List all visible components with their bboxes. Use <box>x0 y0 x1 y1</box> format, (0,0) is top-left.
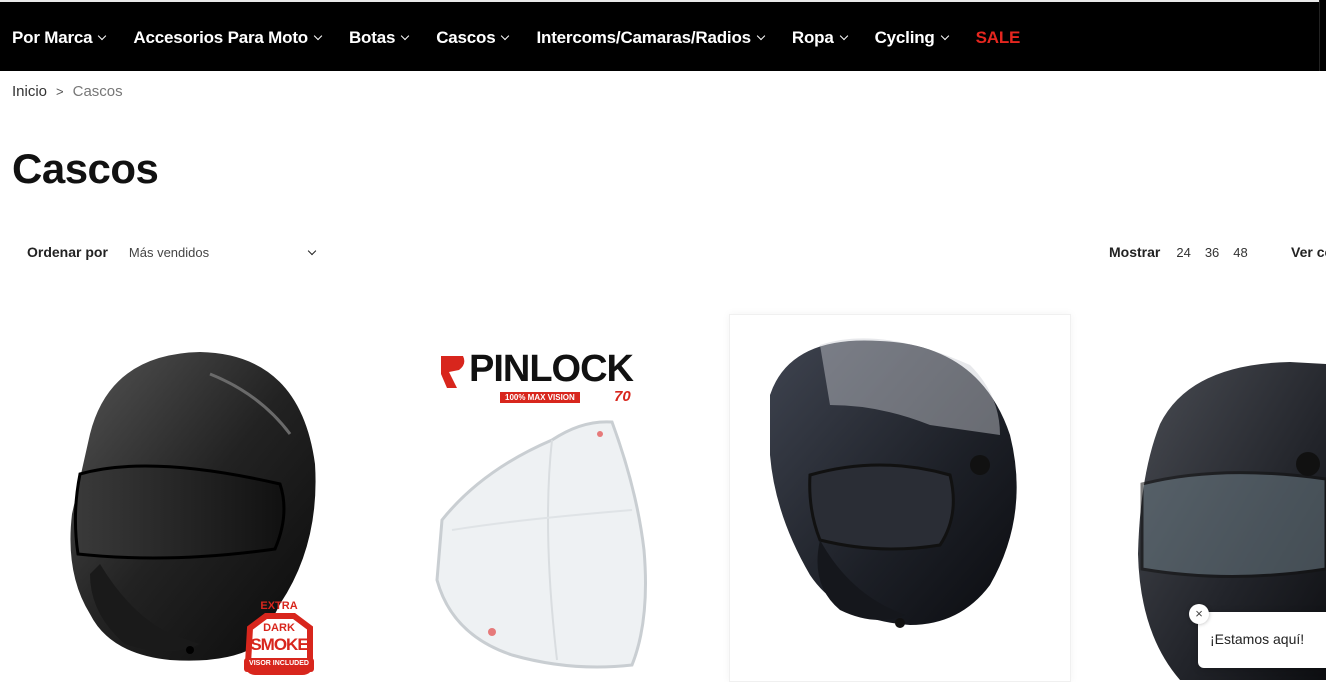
chevron-down-icon <box>756 31 766 41</box>
sort-selected-value: Más vendidos <box>128 244 210 260</box>
pinlock-logo: PINLOCK <box>437 348 634 391</box>
badge-bottom-text: VISOR INCLUDED <box>249 660 309 667</box>
page-title: Cascos <box>12 145 159 192</box>
product-card[interactable]: PINLOCK 100% MAX VISION 70 <box>392 314 692 680</box>
nav-item-label: Cycling <box>874 28 935 47</box>
sort-label: Ordenar por <box>27 244 108 260</box>
dark-smoke-badge: EXTRA DARK SMOKE VISOR INCLUDED <box>238 598 320 680</box>
chat-text: ¡Estamos aquí! <box>1210 631 1305 647</box>
per-page-option-24[interactable]: 24 <box>1176 245 1190 260</box>
product-image-visor[interactable] <box>392 410 692 680</box>
nav-item-label: Intercoms/Camaras/Radios <box>536 28 751 47</box>
pinlock-number: 70 <box>614 388 631 405</box>
chevron-down-icon <box>307 246 317 255</box>
per-page-bar: Mostrar 24 36 48 <box>1109 244 1262 260</box>
chevron-down-icon <box>940 31 949 41</box>
badge-line2-text: SMOKE <box>250 635 308 654</box>
chevron-down-icon <box>313 31 323 41</box>
nav-item-label: Ropa <box>791 28 834 47</box>
product-image-helmet-modular[interactable] <box>730 315 1070 681</box>
pinlock-brand-text: PINLOCK <box>469 348 634 390</box>
nav-item-label: Botas <box>348 28 396 47</box>
nav-top-border <box>0 0 1320 2</box>
product-card[interactable] <box>729 314 1071 682</box>
per-page-option-48[interactable]: 48 <box>1233 245 1247 260</box>
nav-menu: Por Marca Accesorios Para Moto Botas Cas… <box>12 28 1048 48</box>
nav-item-cascos[interactable]: Cascos <box>436 28 510 48</box>
main-nav: Por Marca Accesorios Para Moto Botas Cas… <box>0 0 1326 71</box>
nav-item-label: Por Marca <box>12 28 93 47</box>
nav-item-accesorios[interactable]: Accesorios Para Moto <box>133 28 323 48</box>
sort-bar: Ordenar por Más vendidos <box>27 244 319 260</box>
chat-widget[interactable]: ¡Estamos aquí! <box>1198 612 1326 668</box>
sort-select[interactable]: Más vendidos <box>129 245 319 260</box>
nav-item-sale[interactable]: SALE <box>976 28 1021 48</box>
chevron-down-icon <box>501 31 510 41</box>
nav-scrollbar[interactable] <box>1319 0 1326 71</box>
chevron-down-icon <box>400 31 410 41</box>
chevron-down-icon <box>98 31 107 41</box>
pinlock-mark-icon <box>441 355 465 388</box>
per-page-label: Mostrar <box>1109 244 1161 260</box>
breadcrumb-current: Cascos <box>72 83 123 100</box>
nav-item-label: Accesorios Para Moto <box>133 28 308 47</box>
chevron-down-icon <box>839 31 848 41</box>
badge-line1-text: DARK <box>263 622 295 634</box>
per-page-option-36[interactable]: 36 <box>1205 245 1219 260</box>
nav-item-cycling[interactable]: Cycling <box>874 28 949 48</box>
nav-item-ropa[interactable]: Ropa <box>791 28 848 48</box>
nav-item-intercoms[interactable]: Intercoms/Camaras/Radios <box>536 28 766 48</box>
view-as-label: Ver como <box>1291 244 1326 260</box>
close-icon[interactable]: × <box>1189 604 1209 624</box>
badge-top-text: EXTRA <box>260 600 298 612</box>
nav-item-botas[interactable]: Botas <box>348 28 410 48</box>
breadcrumb-home-link[interactable]: Inicio <box>12 83 47 100</box>
nav-item-label: Cascos <box>436 28 496 47</box>
breadcrumb-separator: > <box>56 84 64 99</box>
pinlock-tagline: 100% MAX VISION <box>500 392 580 403</box>
nav-item-por-marca[interactable]: Por Marca <box>12 28 107 48</box>
breadcrumb: Inicio > Cascos <box>12 83 123 100</box>
product-card[interactable]: EXTRA DARK SMOKE VISOR INCLUDED <box>30 314 350 680</box>
